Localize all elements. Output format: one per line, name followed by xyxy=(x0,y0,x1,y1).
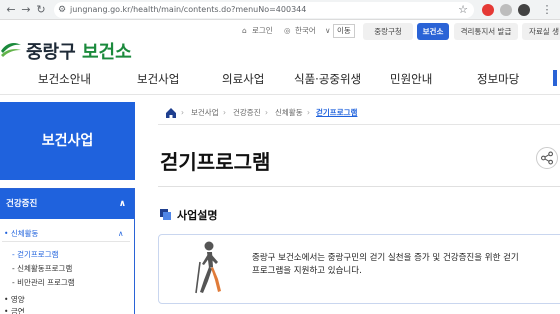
all-menu-button[interactable] xyxy=(553,70,557,86)
sidebar-item-physical[interactable]: • 신체활동 xyxy=(4,228,38,239)
pill-library[interactable]: 자료실 생 xyxy=(522,23,560,40)
forward-icon[interactable]: → xyxy=(19,3,33,17)
breadcrumb-divider xyxy=(158,124,560,125)
profile-icon[interactable] xyxy=(518,4,530,16)
globe-icon: ◎ xyxy=(284,26,291,35)
breadcrumb-level1[interactable]: 보건사업 xyxy=(191,106,219,120)
share-icon[interactable] xyxy=(536,147,558,169)
address-bar[interactable]: ⚙ jungnang.go.kr/health/main/contents.do… xyxy=(54,2,474,18)
gnb-divider xyxy=(0,94,560,95)
pill-jungnang-gu[interactable]: 중랑구청 xyxy=(363,23,413,40)
sidebar-subitem-physical-program[interactable]: - 신체활동프로그램 xyxy=(12,263,72,274)
site-info-icon[interactable]: ⚙ xyxy=(58,4,66,16)
gnb-item-info[interactable]: 정보마당 xyxy=(477,72,519,86)
walking-person-icon xyxy=(195,241,221,294)
pill-quarantine-notice[interactable]: 격리통지서 발급 xyxy=(454,23,518,40)
breadcrumb-level3[interactable]: 신체활동 xyxy=(275,106,303,120)
sidebar-subitem-walking[interactable]: - 걷기프로그램 xyxy=(12,249,59,260)
breadcrumb-separator-icon: › xyxy=(265,108,268,117)
sidebar-divider xyxy=(2,241,130,242)
sidebar-subitem-obesity-label: 비만관리 프로그램 xyxy=(17,278,75,287)
url-text: jungnang.go.kr/health/main/contents.do?m… xyxy=(70,5,307,14)
sidebar-subitem-physical-program-label: 신체활동프로그램 xyxy=(17,264,73,273)
breadcrumb-separator-icon: › xyxy=(181,108,184,117)
sidebar-menu-head[interactable]: 건강증진 ∧ xyxy=(0,189,134,219)
breadcrumb-separator-icon: › xyxy=(307,108,310,117)
reload-icon[interactable]: ↻ xyxy=(34,3,48,17)
sidebar-item-physical-label: 신체활동 xyxy=(10,229,39,238)
breadcrumb-level2[interactable]: 건강증진 xyxy=(233,106,261,120)
gnb-item-medical[interactable]: 의료사업 xyxy=(222,72,264,86)
bookmark-star-icon[interactable]: ☆ xyxy=(458,3,468,17)
logo-name: 중랑구 xyxy=(26,42,76,63)
home-small-icon[interactable]: ⌂ xyxy=(242,25,247,37)
logo-sub: 보건소 xyxy=(81,42,132,63)
pill-health-center[interactable]: 보건소 xyxy=(417,23,449,40)
home-icon[interactable] xyxy=(164,106,178,120)
gnb-item-about[interactable]: 보건소안내 xyxy=(38,72,91,86)
sidebar-item-smoking-label: 금연 xyxy=(10,307,25,314)
language-select[interactable]: 한국어 xyxy=(295,25,316,37)
breadcrumb-separator-icon: › xyxy=(223,108,226,117)
section-square-icon xyxy=(160,209,171,220)
logo-icon[interactable] xyxy=(0,37,22,57)
menu-kebab-icon[interactable]: ⋮ xyxy=(540,3,554,17)
sidebar-subitem-walking-label: 걷기프로그램 xyxy=(17,250,59,259)
sidebar-item-nutrition-label: 영양 xyxy=(10,295,25,304)
title-divider xyxy=(158,186,560,187)
login-link[interactable]: 로그인 xyxy=(252,25,273,37)
chevron-up-icon: ∧ xyxy=(118,199,126,209)
page-title: 걷기프로그램 xyxy=(160,150,271,174)
sidebar-menu-head-label: 건강증진 xyxy=(6,199,38,209)
section-title: 사업설명 xyxy=(177,209,218,222)
chevron-up-icon: ∧ xyxy=(118,229,124,238)
extension-icon[interactable] xyxy=(482,4,494,16)
site-logo[interactable]: 중랑구 보건소 xyxy=(26,38,132,64)
gnb-item-health-programs[interactable]: 보건사업 xyxy=(137,72,179,86)
description-line1: 중랑구 보건소에서는 중랑구민의 걷기 실천을 증가 및 건강증진을 위한 걷기 xyxy=(252,253,519,263)
sidebar-item-smoking[interactable]: • 금연 xyxy=(4,306,25,314)
chevron-down-icon: ∨ xyxy=(325,26,331,35)
gnb-item-civil[interactable]: 민원안내 xyxy=(390,72,432,86)
browser-toolbar: ← → ↻ ⚙ jungnang.go.kr/health/main/conte… xyxy=(0,0,560,20)
gnb-item-food-hygiene[interactable]: 식품·공중위생 xyxy=(294,72,361,86)
language-go-button[interactable]: 이동 xyxy=(333,24,355,38)
extension-puzzle-icon[interactable] xyxy=(500,4,512,16)
breadcrumb-current: 걷기프로그램 xyxy=(316,108,358,117)
sidebar-subitem-obesity[interactable]: - 비만관리 프로그램 xyxy=(12,277,75,288)
back-icon[interactable]: ← xyxy=(4,3,18,17)
description-line2: 프로그램을 지원하고 있습니다. xyxy=(252,266,362,276)
sidebar-item-nutrition[interactable]: • 영양 xyxy=(4,294,25,305)
sidebar-title: 보건사업 xyxy=(0,102,135,180)
description-text: 중랑구 보건소에서는 중랑구민의 걷기 실천을 증가 및 건강증진을 위한 걷기… xyxy=(252,252,560,278)
